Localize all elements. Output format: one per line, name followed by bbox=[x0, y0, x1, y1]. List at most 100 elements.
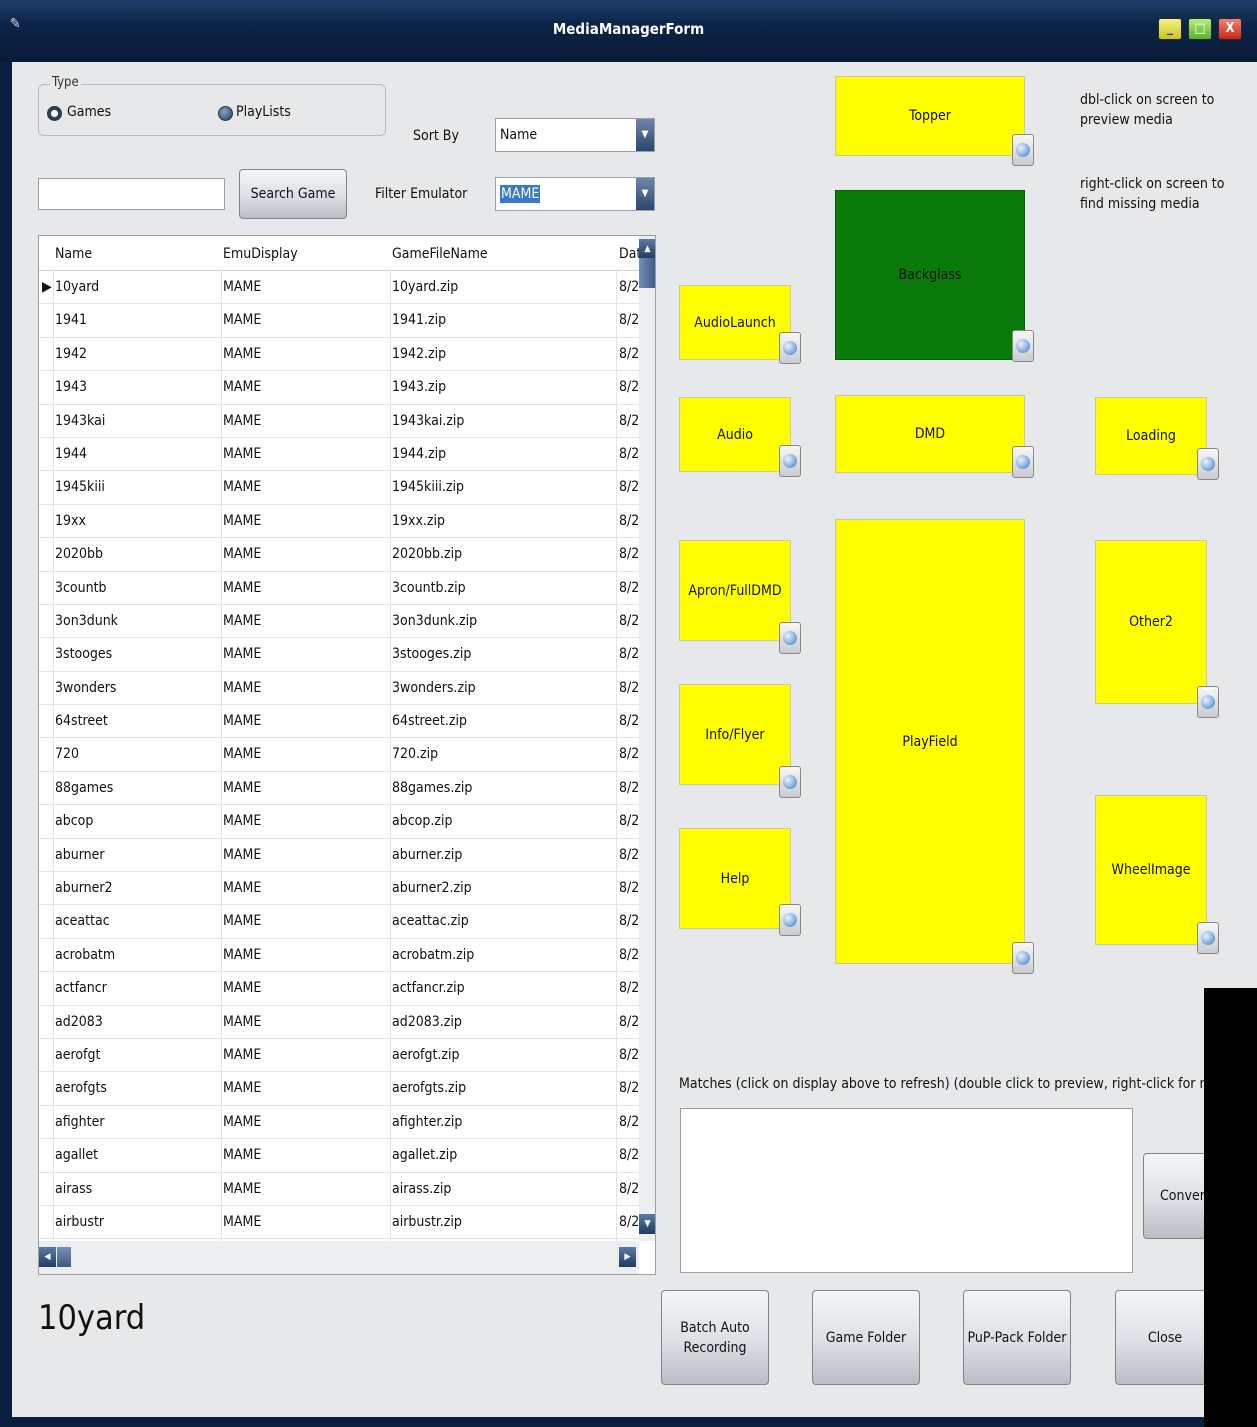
table-row[interactable]: 3wonders MAME 3wonders.zip 8/2 bbox=[39, 672, 639, 706]
cell-name: 720 bbox=[55, 746, 80, 763]
scroll-up-button[interactable]: ▲ bbox=[639, 239, 655, 259]
table-row[interactable]: 3stooges MAME 3stooges.zip 8/2 bbox=[39, 638, 639, 672]
games-radio-label[interactable]: Games bbox=[67, 104, 111, 120]
table-row[interactable]: aceattac MAME aceattac.zip 8/2 bbox=[39, 905, 639, 939]
table-row[interactable]: aburner2 MAME aburner2.zip 8/2 bbox=[39, 872, 639, 906]
wheelimage-screen[interactable]: WheelImage bbox=[1095, 795, 1207, 945]
playlists-radio-label[interactable]: PlayLists bbox=[236, 104, 291, 120]
game-folder-button[interactable]: Game Folder bbox=[812, 1290, 920, 1385]
other2-browse-globe-icon[interactable] bbox=[1197, 686, 1219, 718]
dmd-browse-globe-icon[interactable] bbox=[1012, 446, 1034, 478]
table-row[interactable]: ad2083 MAME ad2083.zip 8/2 bbox=[39, 1006, 639, 1039]
filter-emulator-select[interactable]: MAME ▼ bbox=[495, 177, 655, 211]
table-row[interactable]: 720 MAME 720.zip 8/2 bbox=[39, 738, 639, 772]
table-row[interactable]: airbustr MAME airbustr.zip 8/2 bbox=[39, 1206, 639, 1240]
cell-gamefilename: afighter.zip bbox=[392, 1113, 463, 1130]
cell-date: 8/2 bbox=[619, 445, 640, 462]
table-row[interactable]: 3countb MAME 3countb.zip 8/2 bbox=[39, 572, 639, 605]
table-row[interactable]: 19xx MAME 19xx.zip 8/2 bbox=[39, 505, 639, 539]
table-row[interactable]: 3on3dunk MAME 3on3dunk.zip 8/2 bbox=[39, 605, 639, 639]
close-window-button[interactable]: X bbox=[1218, 18, 1242, 40]
wheelimage-browse-globe-icon[interactable] bbox=[1197, 922, 1219, 954]
scroll-left-button[interactable]: ◀ bbox=[39, 1247, 56, 1267]
search-input[interactable] bbox=[38, 178, 225, 210]
apron-browse-globe-icon[interactable] bbox=[779, 622, 801, 654]
table-row[interactable]: 1941 MAME 1941.zip 8/2 bbox=[39, 304, 639, 338]
sort-by-select[interactable]: Name ▼ bbox=[495, 118, 655, 152]
sort-by-value: Name bbox=[500, 127, 538, 143]
table-row[interactable]: 2020bb MAME 2020bb.zip 8/2 bbox=[39, 538, 639, 572]
backglass-browse-globe-icon[interactable] bbox=[1012, 330, 1034, 362]
table-row[interactable]: aburner MAME aburner.zip 8/2 bbox=[39, 839, 639, 873]
black-overlay bbox=[1204, 988, 1257, 1427]
table-row[interactable]: 1944 MAME 1944.zip 8/2 bbox=[39, 438, 640, 472]
table-row[interactable]: 1945kiii MAME 1945kiii.zip 8/2 bbox=[39, 471, 639, 505]
scroll-right-button[interactable]: ▶ bbox=[619, 1247, 636, 1267]
cell-emudisplay: MAME bbox=[223, 445, 262, 462]
cell-date: 8/2 bbox=[619, 279, 640, 295]
cell-emudisplay: MAME bbox=[223, 412, 262, 429]
topper-browse-globe-icon[interactable] bbox=[1012, 134, 1034, 166]
audiolaunch-screen[interactable]: AudioLaunch bbox=[679, 285, 791, 360]
cell-name: agallet bbox=[55, 1147, 99, 1164]
pup-pack-folder-button[interactable]: PuP-Pack Folder bbox=[963, 1290, 1071, 1385]
table-row[interactable]: 1943kai MAME 1943kai.zip 8/2 bbox=[39, 405, 639, 438]
topper-screen[interactable]: Topper bbox=[835, 76, 1025, 156]
games-radio[interactable] bbox=[47, 106, 62, 121]
dmd-screen[interactable]: DMD bbox=[835, 395, 1025, 473]
column-header-gamefilename[interactable]: GameFileName bbox=[392, 246, 488, 262]
chevron-down-icon[interactable]: ▼ bbox=[636, 119, 654, 151]
cell-name: abcop bbox=[55, 813, 94, 830]
cell-name: airbustr bbox=[55, 1213, 105, 1230]
table-row[interactable]: 1943 MAME 1943.zip 8/2 bbox=[39, 371, 639, 405]
cell-date: 8/2 bbox=[619, 1080, 640, 1097]
other2-screen[interactable]: Other2 bbox=[1095, 540, 1207, 704]
playfield-browse-globe-icon[interactable] bbox=[1012, 942, 1034, 974]
cell-name: aburner2 bbox=[55, 880, 113, 897]
table-row[interactable]: airass MAME airass.zip 8/2 bbox=[39, 1173, 639, 1206]
loading-screen[interactable]: Loading bbox=[1095, 397, 1207, 475]
table-row[interactable]: ▶ 10yard MAME 10yard.zip 8/2 bbox=[39, 271, 640, 305]
table-row[interactable]: agallet MAME agallet.zip 8/2 bbox=[39, 1139, 639, 1173]
table-row[interactable]: 88games MAME 88games.zip 8/2 bbox=[39, 772, 639, 806]
column-header-date[interactable]: Dat bbox=[619, 246, 641, 262]
audio-screen[interactable]: Audio bbox=[679, 397, 791, 472]
table-row[interactable]: 64street MAME 64street.zip 8/2 bbox=[39, 705, 639, 739]
help-screen[interactable]: Help bbox=[679, 828, 791, 929]
horizontal-scrollbar[interactable]: ◀ ▶ bbox=[39, 1241, 639, 1274]
table-row[interactable]: 1942 MAME 1942.zip 8/2 bbox=[39, 338, 639, 372]
info-flyer-screen[interactable]: Info/Flyer bbox=[679, 684, 791, 785]
audiolaunch-browse-globe-icon[interactable] bbox=[779, 332, 801, 364]
table-row[interactable]: aerofgt MAME aerofgt.zip 8/2 bbox=[39, 1039, 639, 1073]
vertical-scrollbar[interactable]: ▲ ▼ bbox=[639, 236, 655, 1241]
info-flyer-browse-globe-icon[interactable] bbox=[779, 766, 801, 798]
table-row[interactable]: actfancr MAME actfancr.zip 8/2 bbox=[39, 972, 639, 1006]
minimize-button[interactable]: _ bbox=[1158, 18, 1182, 40]
scroll-thumb[interactable] bbox=[639, 258, 655, 288]
table-row[interactable]: acrobatm MAME acrobatm.zip 8/2 bbox=[39, 939, 639, 973]
search-game-button[interactable]: Search Game bbox=[239, 169, 347, 219]
matches-list[interactable] bbox=[680, 1108, 1133, 1273]
playlists-radio[interactable] bbox=[218, 106, 233, 121]
table-row[interactable]: afighter MAME afighter.zip 8/2 bbox=[39, 1106, 639, 1140]
close-button[interactable]: Close bbox=[1115, 1290, 1215, 1385]
games-grid[interactable]: Name EmuDisplay GameFileName Dat ▶ 10yard… bbox=[38, 235, 656, 1275]
batch-auto-recording-button[interactable]: Batch Auto Recording bbox=[661, 1290, 769, 1385]
cell-gamefilename: 1942.zip bbox=[392, 345, 447, 362]
scroll-down-button[interactable]: ▼ bbox=[639, 1214, 655, 1234]
column-header-name[interactable]: Name bbox=[55, 246, 92, 262]
column-header-emudisplay[interactable]: EmuDisplay bbox=[223, 246, 298, 262]
cell-emudisplay: MAME bbox=[223, 980, 262, 997]
table-row[interactable]: aerofgts MAME aerofgts.zip 8/2 bbox=[39, 1072, 640, 1106]
cell-gamefilename: aburner.zip bbox=[392, 846, 463, 863]
chevron-down-icon[interactable]: ▼ bbox=[636, 178, 654, 210]
table-row[interactable]: abcop MAME abcop.zip 8/2 bbox=[39, 805, 639, 839]
backglass-screen[interactable]: Backglass bbox=[835, 190, 1025, 360]
maximize-button[interactable]: □ bbox=[1188, 18, 1212, 40]
loading-browse-globe-icon[interactable] bbox=[1197, 448, 1219, 480]
playfield-screen[interactable]: PlayField bbox=[835, 519, 1025, 964]
hscroll-thumb[interactable] bbox=[57, 1247, 71, 1267]
apron-fulldmd-screen[interactable]: Apron/FullDMD bbox=[679, 540, 791, 641]
audio-browse-globe-icon[interactable] bbox=[779, 445, 801, 477]
help-browse-globe-icon[interactable] bbox=[779, 904, 801, 936]
